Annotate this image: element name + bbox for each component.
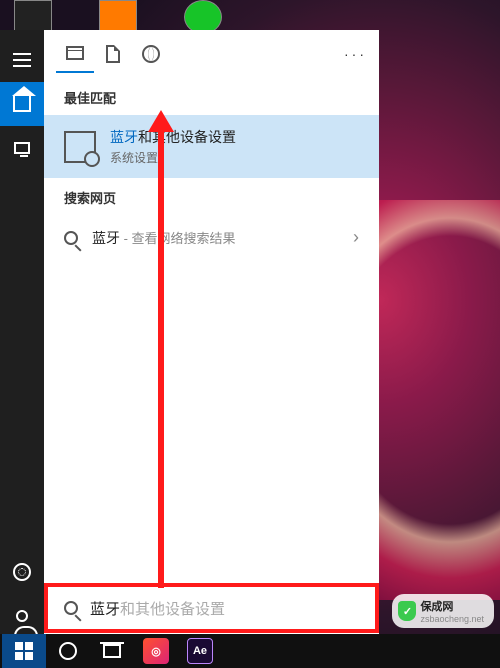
settings-button[interactable] [0,550,44,594]
browser-360-icon [184,0,222,34]
cortana-button[interactable] [46,634,90,668]
tencent-video-icon [99,0,137,34]
filter-tabs: ··· [44,30,379,78]
app-icon: ◎ [143,638,169,664]
person-icon [16,610,28,622]
chevron-right-icon: › [353,227,359,248]
watermark-url: zsbaocheng.net [420,614,484,624]
search-icon [64,601,78,615]
menu-button[interactable] [0,38,44,82]
gear-icon [13,563,31,581]
web-search-item[interactable]: 蓝牙 - 查看网络搜索结果 › [44,215,379,260]
search-typed: 蓝牙 [90,601,120,618]
taskbar-app-1[interactable]: ◎ [134,634,178,668]
apps-icon [66,46,84,60]
web-search-header: 搜索网页 [44,178,379,215]
taskbar: ◎ Ae [0,634,500,668]
search-text: 蓝牙和其他设备设置 [90,598,225,619]
document-icon [106,45,120,63]
search-icon [64,231,78,245]
globe-icon [142,45,160,63]
after-effects-icon: Ae [187,638,213,664]
hamburger-icon [13,59,31,61]
best-match-header: 最佳匹配 [44,78,379,115]
tab-all[interactable] [56,35,94,73]
watermark-title: 保成网 [420,601,453,613]
taskbar-app-2[interactable]: Ae [178,634,222,668]
monitor-icon [14,142,30,154]
search-suggestion: 和其他设备设置 [120,601,225,618]
task-view-icon [103,644,121,658]
home-button[interactable] [0,82,44,126]
shield-icon: ✓ [398,601,416,621]
recycle-bin-icon [14,0,52,34]
more-filters-button[interactable]: ··· [344,46,367,62]
best-match-subtitle: 系统设置 [110,149,236,166]
tab-documents[interactable] [94,35,132,73]
task-view-button[interactable] [90,634,134,668]
bluetooth-settings-icon [64,131,96,163]
watermark-badge: ✓ 保成网 zsbaocheng.net [392,594,494,628]
start-button[interactable] [2,634,46,668]
this-device-button[interactable] [0,126,44,170]
cortana-icon [59,642,77,660]
best-match-item[interactable]: 蓝牙和其他设备设置 系统设置 [44,115,379,178]
annotation-arrow [158,128,164,588]
home-icon [13,96,31,112]
windows-logo-icon [15,642,33,660]
search-sidebar [0,30,44,638]
search-results-panel: ··· 最佳匹配 蓝牙和其他设备设置 系统设置 搜索网页 蓝牙 - 查看网络搜索… [44,30,379,638]
tab-web[interactable] [132,35,170,73]
profile-button[interactable] [0,594,44,638]
search-input-box[interactable]: 蓝牙和其他设备设置 [44,583,379,633]
